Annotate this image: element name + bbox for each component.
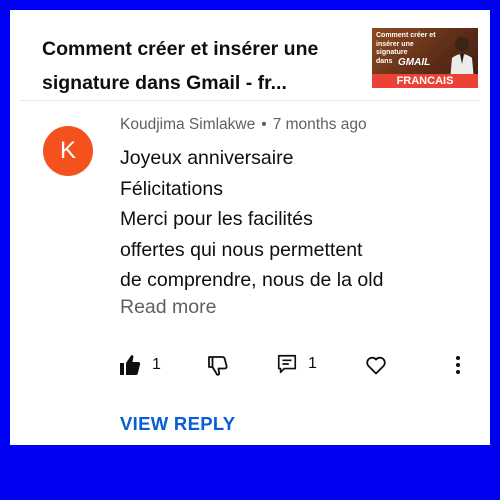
comment-text: Joyeux anniversaire Félicitations Merci … <box>120 143 465 296</box>
divider <box>20 100 480 101</box>
like-button[interactable]: 1 <box>118 353 161 377</box>
comment-line: Merci pour les facilités <box>120 208 313 230</box>
thumbnail-brand: GMAIL <box>398 57 431 68</box>
read-more-link[interactable]: Read more <box>120 292 216 322</box>
video-thumbnail[interactable]: Comment créer et insérer une signature d… <box>372 28 478 88</box>
avatar[interactable]: K <box>43 126 93 176</box>
comment-meta: Koudjima Simlakwe • 7 months ago <box>120 116 367 134</box>
view-reply-button[interactable]: VIEW REPLY <box>120 413 235 435</box>
comment-line: offertes qui nous permettent <box>120 238 363 261</box>
comment-line: Joyeux anniversaire <box>120 147 294 169</box>
comment-card: Comment créer et insérer une signature d… <box>10 10 490 445</box>
comment-line: de comprendre, nous de la old <box>120 269 384 291</box>
more-vert-icon <box>456 356 460 374</box>
comment-actions: 1 1 <box>10 350 490 380</box>
comment-line: Félicitations <box>120 177 223 200</box>
comment-icon <box>277 354 297 374</box>
reply-count: 1 <box>308 355 317 372</box>
video-title[interactable]: Comment créer et insérer une signature d… <box>42 32 347 100</box>
heart-button[interactable] <box>364 353 388 377</box>
like-count: 1 <box>152 356 161 373</box>
thumbnail-banner: FRANCAIS <box>372 74 478 88</box>
meta-separator: • <box>261 116 267 133</box>
reply-button[interactable]: 1 <box>276 353 317 375</box>
comment-time: 7 months ago <box>272 116 367 133</box>
thumbs-up-icon <box>120 355 141 375</box>
heart-icon <box>366 356 386 375</box>
thumbs-down-icon <box>208 356 228 376</box>
author-name[interactable]: Koudjima Simlakwe <box>120 116 255 133</box>
more-options-button[interactable] <box>448 353 468 377</box>
dislike-button[interactable] <box>206 353 230 377</box>
